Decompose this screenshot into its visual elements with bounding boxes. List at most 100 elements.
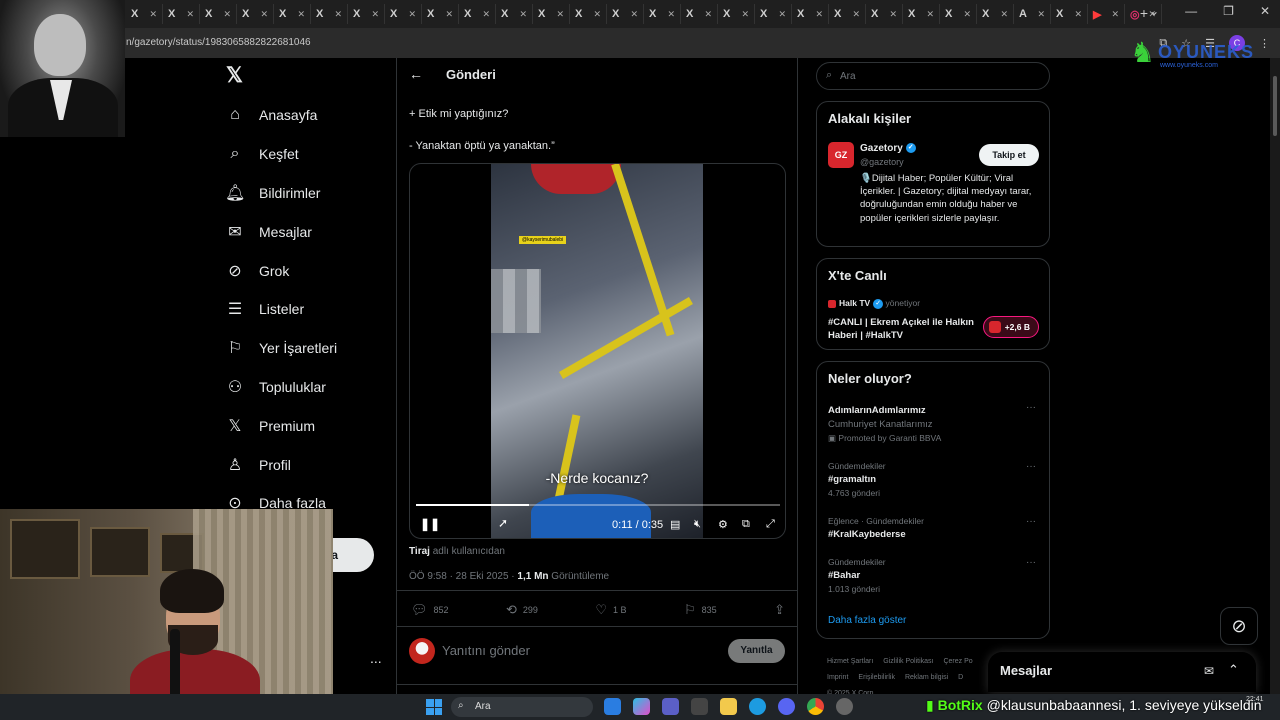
taskbar-app-icon[interactable] bbox=[836, 698, 853, 715]
close-tab-icon[interactable]: ✕ bbox=[963, 9, 971, 20]
footer-link[interactable]: Imprint bbox=[827, 674, 848, 681]
fullscreen-icon[interactable]: ⤢ bbox=[766, 518, 775, 531]
close-tab-icon[interactable]: ✕ bbox=[667, 9, 675, 20]
browser-tab[interactable]: X ✕ bbox=[385, 4, 422, 24]
close-tab-icon[interactable]: ✕ bbox=[741, 9, 749, 20]
new-message-icon[interactable]: ✉ bbox=[1204, 664, 1214, 678]
share-action[interactable]: ⇪ bbox=[774, 602, 785, 618]
start-button-icon[interactable] bbox=[426, 699, 442, 715]
trend-item[interactable]: Gündemdekiler #Bahar 1.013 gönderi ··· bbox=[828, 557, 1040, 594]
settings-gear-icon[interactable]: ⚙ bbox=[718, 518, 728, 531]
back-arrow-icon[interactable]: ← bbox=[409, 66, 423, 82]
follow-button[interactable]: Takip et bbox=[979, 144, 1039, 166]
trend-item[interactable]: AdımlarınAdımlarımız Cumhuriyet Kanatlar… bbox=[828, 402, 1040, 444]
close-tab-icon[interactable]: ✕ bbox=[371, 9, 379, 20]
chrome-icon[interactable] bbox=[807, 698, 824, 715]
footer-link[interactable]: Erişilebilirlik bbox=[858, 674, 895, 681]
browser-tab[interactable]: X ✕ bbox=[348, 4, 385, 24]
trend-item[interactable]: Gündemdekiler #gramaltın 4.763 gönderi ·… bbox=[828, 461, 1040, 498]
scrollbar-thumb[interactable] bbox=[1273, 76, 1277, 136]
browser-tab[interactable]: X ✕ bbox=[1051, 4, 1088, 24]
bookmark-action[interactable]: ⚐ 835 bbox=[684, 602, 717, 618]
grok-button[interactable]: ⊘ bbox=[1220, 607, 1258, 645]
show-more-link[interactable]: Daha fazla göster bbox=[828, 615, 906, 626]
close-tab-icon[interactable]: ✕ bbox=[186, 9, 194, 20]
browser-menu-icon[interactable]: ⋮ bbox=[1259, 37, 1270, 50]
close-tab-icon[interactable]: ✕ bbox=[1074, 9, 1082, 20]
timestamp-text[interactable]: ÖÖ 9:58 · 28 Eki 2025 · bbox=[409, 571, 517, 582]
reply-button[interactable]: Yanıtla bbox=[728, 639, 785, 663]
close-tab-icon[interactable]: ✕ bbox=[445, 9, 453, 20]
copilot-icon[interactable] bbox=[633, 698, 650, 715]
video-source-user[interactable]: Tiraj bbox=[409, 546, 430, 557]
close-tab-icon[interactable]: ✕ bbox=[519, 9, 527, 20]
browser-tab[interactable]: X ✕ bbox=[829, 4, 866, 24]
footer-link[interactable]: D bbox=[958, 674, 963, 681]
close-tab-icon[interactable]: ✕ bbox=[556, 9, 564, 20]
close-tab-icon[interactable]: ✕ bbox=[593, 9, 601, 20]
close-tab-icon[interactable]: ✕ bbox=[334, 9, 342, 20]
close-tab-icon[interactable]: ✕ bbox=[704, 9, 712, 20]
close-tab-icon[interactable]: ✕ bbox=[482, 9, 490, 20]
browser-tab[interactable]: X ✕ bbox=[163, 4, 200, 24]
video-player[interactable]: @kayserimubalebi -Nerde kocanız? ❚❚ 0:11… bbox=[409, 163, 786, 539]
video-progress-bar[interactable] bbox=[416, 504, 780, 506]
file-explorer-icon[interactable] bbox=[720, 698, 737, 715]
sidebar-item[interactable]: ✉ Mesajlar bbox=[225, 212, 337, 251]
browser-tab[interactable]: X ✕ bbox=[681, 4, 718, 24]
taskbar-app-icon[interactable] bbox=[604, 698, 621, 715]
close-tab-icon[interactable]: ✕ bbox=[149, 9, 157, 20]
close-tab-icon[interactable]: ✕ bbox=[260, 9, 268, 20]
account-more-icon[interactable]: ... bbox=[370, 650, 382, 666]
footer-link[interactable]: Hizmet Şartları bbox=[827, 658, 873, 665]
footer-link[interactable]: Çerez Po bbox=[943, 658, 972, 665]
x-logo-icon[interactable]: 𝕏 bbox=[226, 65, 246, 86]
avatar[interactable] bbox=[409, 638, 435, 664]
sidebar-item[interactable]: ⌂ Anasayfa bbox=[225, 96, 337, 135]
sidebar-item[interactable]: ⚇ Topluluklar bbox=[225, 368, 337, 407]
user-handle[interactable]: @gazetory bbox=[860, 157, 904, 167]
browser-tab[interactable]: ▶ ✕ bbox=[1088, 4, 1125, 24]
sidebar-item[interactable]: 🔔︎ Bildirimler bbox=[225, 174, 337, 213]
live-title[interactable]: #CANLI | Ekrem Açıkel ile Halkın Haberi … bbox=[828, 316, 978, 342]
sidebar-item[interactable]: ⌕ Keşfet bbox=[225, 135, 337, 174]
browser-tab[interactable]: X ✕ bbox=[792, 4, 829, 24]
browser-tab[interactable]: X ✕ bbox=[496, 4, 533, 24]
live-source[interactable]: Halk TV ✓ yönetiyor bbox=[828, 298, 920, 309]
repost-action[interactable]: ⟲ 299 bbox=[506, 602, 538, 618]
browser-tab[interactable]: X ✕ bbox=[940, 4, 977, 24]
close-tab-icon[interactable]: ✕ bbox=[778, 9, 786, 20]
close-tab-icon[interactable]: ✕ bbox=[630, 9, 638, 20]
close-tab-icon[interactable]: ✕ bbox=[1037, 9, 1045, 20]
browser-tab[interactable]: X ✕ bbox=[866, 4, 903, 24]
reply-input[interactable]: Yanıtını gönder bbox=[442, 643, 530, 658]
sidebar-item[interactable]: ♙ Profil bbox=[225, 445, 337, 484]
browser-tab[interactable]: X ✕ bbox=[422, 4, 459, 24]
trend-more-icon[interactable]: ··· bbox=[1026, 516, 1036, 527]
mute-icon[interactable]: 🔇︎ bbox=[694, 518, 701, 531]
system-clock[interactable]: 22:41 bbox=[1246, 695, 1264, 704]
trend-more-icon[interactable]: ··· bbox=[1026, 557, 1036, 568]
close-tab-icon[interactable]: ✕ bbox=[1111, 9, 1119, 20]
browser-tab[interactable]: X ✕ bbox=[977, 4, 1014, 24]
avatar[interactable]: GZ bbox=[828, 142, 854, 168]
footer-link[interactable]: Gizlilik Politikası bbox=[883, 658, 933, 665]
browser-tab[interactable]: X ✕ bbox=[311, 4, 348, 24]
browser-tab[interactable]: X ✕ bbox=[237, 4, 274, 24]
edge-icon[interactable] bbox=[749, 698, 766, 715]
teams-icon[interactable] bbox=[662, 698, 679, 715]
browser-tab[interactable]: X ✕ bbox=[755, 4, 792, 24]
close-tab-icon[interactable]: ✕ bbox=[408, 9, 416, 20]
browser-tab[interactable]: X ✕ bbox=[903, 4, 940, 24]
browser-tab[interactable]: X ✕ bbox=[533, 4, 570, 24]
browser-tab[interactable]: X ✕ bbox=[200, 4, 237, 24]
maximize-icon[interactable]: ❐ bbox=[1223, 4, 1234, 18]
reply-action[interactable]: 💬︎ 852 bbox=[411, 602, 449, 618]
close-tab-icon[interactable]: ✕ bbox=[1000, 9, 1008, 20]
browser-tab[interactable]: X ✕ bbox=[570, 4, 607, 24]
close-window-icon[interactable]: ✕ bbox=[1260, 4, 1270, 18]
sidebar-item[interactable]: ☰ Listeler bbox=[225, 290, 337, 329]
store-icon[interactable] bbox=[691, 698, 708, 715]
pause-icon[interactable]: ❚❚ bbox=[420, 517, 440, 531]
sidebar-item[interactable]: ⊘ Grok bbox=[225, 251, 337, 290]
